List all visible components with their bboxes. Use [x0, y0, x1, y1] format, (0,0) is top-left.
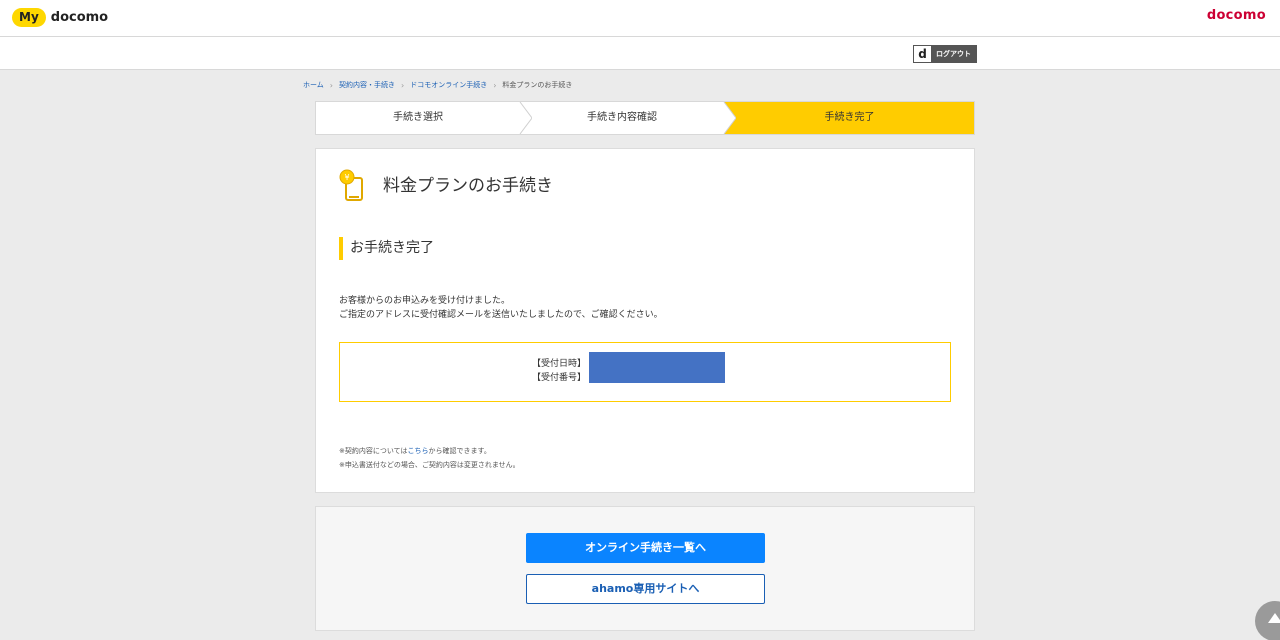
logout-button[interactable]: d ログアウト — [913, 45, 977, 63]
ahamo-site-button[interactable]: ahamo専用サイトへ — [526, 574, 765, 604]
notes: ※契約内容についてはこちらから確認できます。 ※申込書送付などの場合、ご契約内容… — [339, 444, 520, 472]
d-account-icon: d — [914, 46, 931, 62]
contract-details-link[interactable]: こちら — [408, 447, 429, 455]
logo-docomo-text: docomo — [50, 10, 109, 25]
page-top-button[interactable] — [1255, 601, 1280, 640]
receipt-info-box: 【受付日時】 【受付番号】 — [339, 342, 951, 402]
step-chevron — [716, 102, 736, 134]
step-confirm: 手続き内容確認 — [587, 112, 657, 123]
receipt-number-label: 【受付番号】 — [532, 373, 587, 383]
note-text: から確認できます。 — [428, 447, 491, 455]
step-complete: 手続き完了 — [724, 102, 974, 134]
online-procedures-button[interactable]: オンライン手続き一覧へ — [526, 533, 765, 563]
top-header: My docomo docomo — [0, 0, 1280, 37]
receipt-labels: 【受付日時】 【受付番号】 — [532, 357, 586, 385]
arrow-up-icon — [1268, 613, 1280, 623]
breadcrumb-current: 料金プランのお手続き — [502, 81, 573, 89]
completion-card: ¥ 料金プランのお手続き お手続き完了 お客様からのお申込みを受け付けました。 … — [315, 148, 975, 493]
message-line: お客様からのお申込みを受け付けました。 — [339, 296, 511, 306]
chevron-right-icon: › — [401, 80, 405, 90]
sub-header: d ログアウト — [0, 37, 1280, 70]
receipt-date-label: 【受付日時】 — [532, 359, 587, 369]
step-chevron — [512, 102, 532, 134]
page-title: 料金プランのお手続き — [383, 176, 553, 196]
chevron-right-icon: › — [329, 80, 333, 90]
breadcrumb-contract[interactable]: 契約内容・手続き — [339, 80, 395, 90]
my-docomo-logo[interactable]: My docomo — [12, 8, 108, 27]
completion-message: お客様からのお申込みを受け付けました。 ご指定のアドレスに受付確認メールを送信い… — [339, 294, 663, 322]
actions-card: オンライン手続き一覧へ ahamo専用サイトへ — [315, 506, 975, 631]
step-select: 手続き選択 — [393, 112, 443, 123]
breadcrumb: ホーム › 契約内容・手続き › ドコモオンライン手続き › 料金プランのお手続… — [303, 80, 572, 90]
breadcrumb-online[interactable]: ドコモオンライン手続き — [410, 80, 487, 90]
logo-my-badge: My — [12, 8, 46, 27]
note-document: ※申込書送付などの場合、ご契約内容は変更されません。 — [339, 461, 520, 469]
docomo-brand-logo[interactable]: docomo — [1207, 8, 1266, 23]
phone-yen-icon: ¥ — [339, 169, 363, 201]
section-title: お手続き完了 — [339, 237, 434, 260]
breadcrumb-home[interactable]: ホーム — [303, 80, 324, 90]
redacted-receipt-values — [589, 352, 725, 383]
svg-text:¥: ¥ — [344, 173, 349, 182]
note-text: ※契約内容については — [339, 447, 408, 455]
note-contract: ※契約内容についてはこちらから確認できます。 — [339, 444, 520, 458]
chevron-right-icon: › — [493, 80, 497, 90]
logout-label: ログアウト — [931, 46, 976, 62]
message-line: ご指定のアドレスに受付確認メールを送信いたしましたので、ご確認ください。 — [339, 310, 663, 320]
progress-steps: 手続き選択 手続き内容確認 手続き完了 — [315, 101, 975, 135]
